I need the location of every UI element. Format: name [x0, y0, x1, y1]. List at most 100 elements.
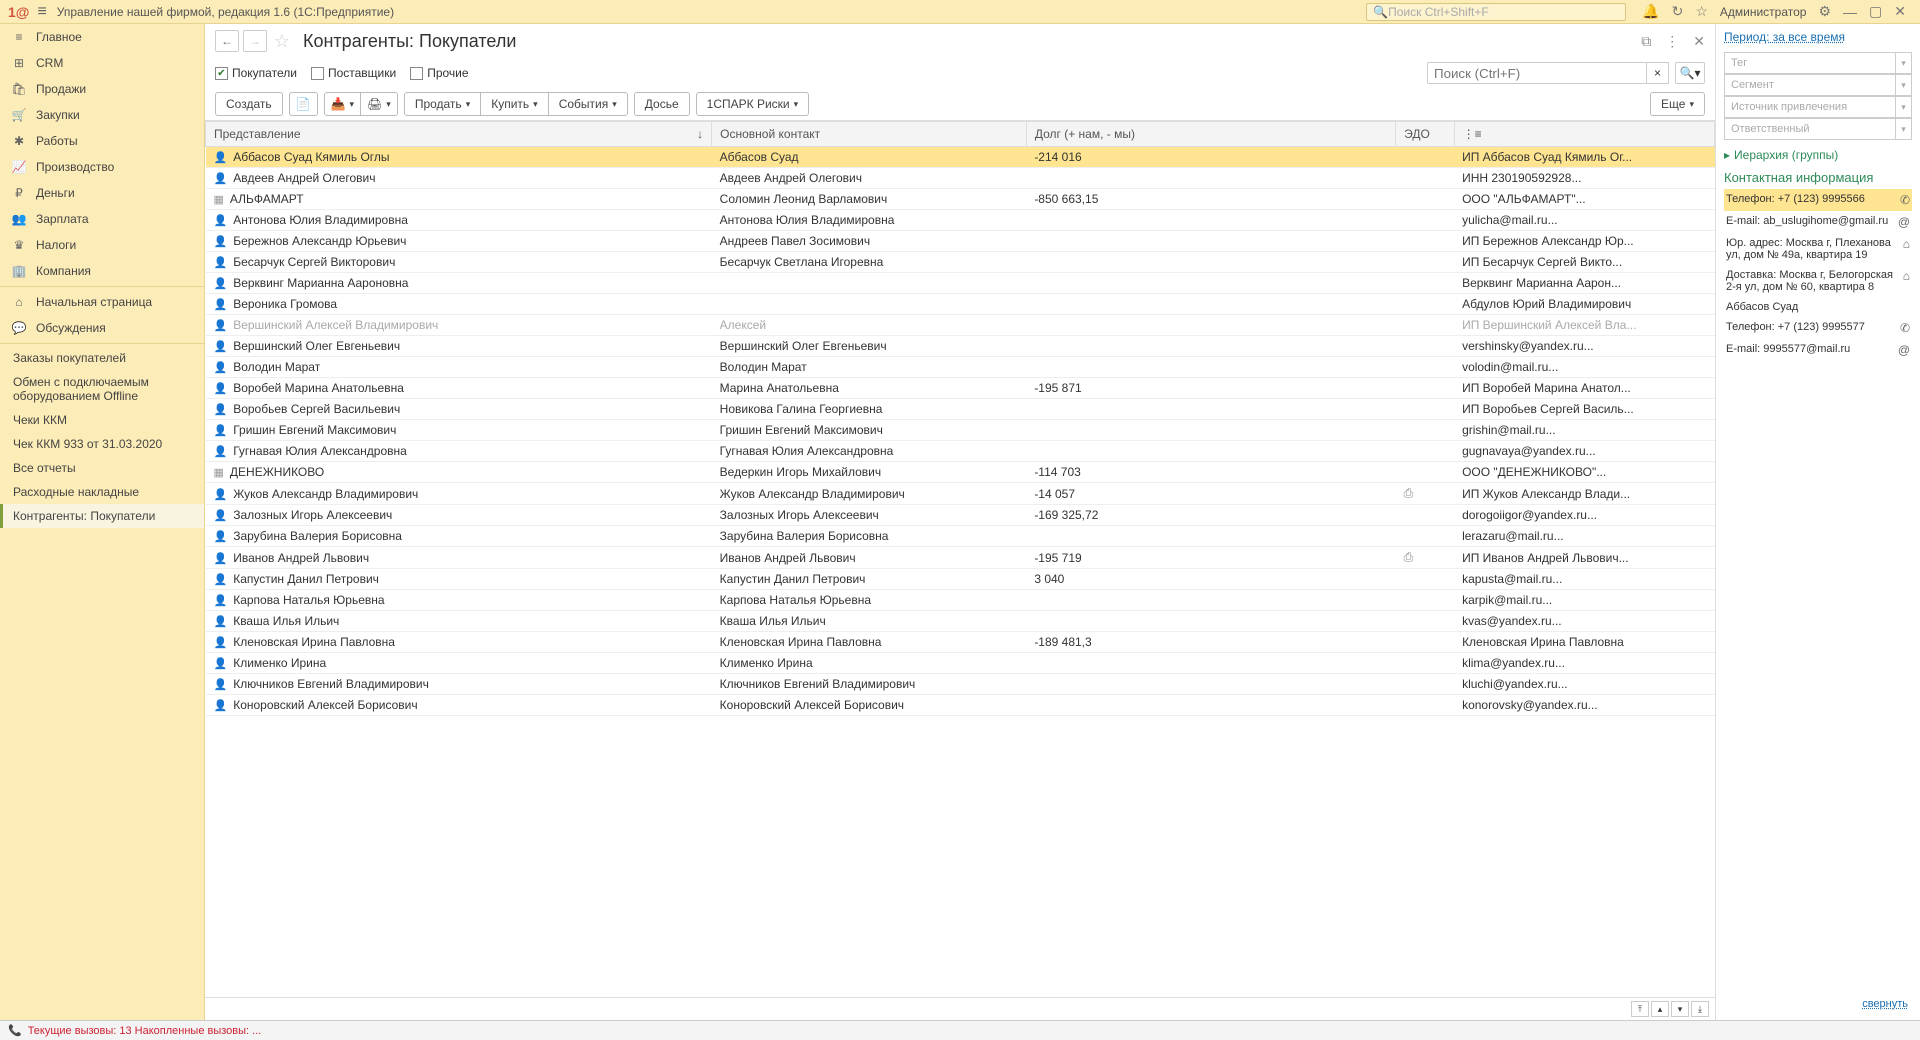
table-row[interactable]: ▦ДЕНЕЖНИКОВОВедеркин Игорь Михайлович-11…	[206, 462, 1715, 483]
nav-item[interactable]: 🛒Закупки	[0, 102, 204, 128]
table-row[interactable]: 👤Воробьев Сергей ВасильевичНовикова Гали…	[206, 399, 1715, 420]
search-clear-button[interactable]: ×	[1647, 62, 1669, 84]
spark-button[interactable]: 1СПАРК Риски▾	[696, 92, 810, 116]
contact-item[interactable]: Телефон: +7 (123) 9995566✆	[1724, 189, 1912, 211]
hierarchy-link[interactable]: ▸Иерархия (группы)	[1724, 148, 1912, 162]
settings-icon[interactable]: ⚙	[1818, 3, 1831, 20]
contact-item[interactable]: Телефон: +7 (123) 9995577✆	[1724, 317, 1912, 339]
contact-item[interactable]: E-mail: 9995577@mail.ru@	[1724, 339, 1912, 361]
table-row[interactable]: 👤Воробей Марина АнатольевнаМарина Анатол…	[206, 378, 1715, 399]
table-row[interactable]: 👤Ключников Евгений ВладимировичКлючников…	[206, 674, 1715, 695]
filter-select[interactable]: Тег▾	[1724, 52, 1912, 74]
list-search-input[interactable]	[1427, 62, 1647, 84]
favorite-button[interactable]: ☆	[271, 30, 293, 52]
detach-icon[interactable]: ⧉	[1641, 33, 1651, 50]
nav-item[interactable]: 📈Производство	[0, 154, 204, 180]
table-row[interactable]: 👤Вершинский Алексей ВладимировичАлексейИ…	[206, 315, 1715, 336]
table-row[interactable]: 👤Володин МаратВолодин Маратvolodin@mail.…	[206, 357, 1715, 378]
table-row[interactable]: 👤Вершинский Олег ЕвгеньевичВершинский Ол…	[206, 336, 1715, 357]
nav-item[interactable]: 🏢Компания	[0, 258, 204, 284]
buy-button[interactable]: Купить▾	[480, 92, 548, 116]
filter-others[interactable]: Прочие	[410, 66, 468, 80]
table-row[interactable]: 👤Карпова Наталья ЮрьевнаКарпова Наталья …	[206, 590, 1715, 611]
nav-item[interactable]: ✱Работы	[0, 128, 204, 154]
table-row[interactable]: 👤Аббасов Суад Кямиль ОглыАббасов Суад-21…	[206, 147, 1715, 168]
table-row[interactable]: 👤Гугнавая Юлия АлександровнаГугнавая Юли…	[206, 441, 1715, 462]
history-icon[interactable]: ↻	[1672, 3, 1684, 20]
table-row[interactable]: 👤Антонова Юлия ВладимировнаАнтонова Юлия…	[206, 210, 1715, 231]
filter-select[interactable]: Сегмент▾	[1724, 74, 1912, 96]
scroll-down-button[interactable]: ▾	[1671, 1001, 1689, 1017]
recent-item[interactable]: Расходные накладные	[0, 480, 204, 504]
recent-item[interactable]: Чек ККМ 933 от 31.03.2020	[0, 432, 204, 456]
star-icon[interactable]: ☆	[1695, 3, 1708, 20]
nav-item[interactable]: ≡Главное	[0, 24, 204, 50]
table-row[interactable]: 👤Клименко ИринаКлименко Иринаklima@yande…	[206, 653, 1715, 674]
table-row[interactable]: 👤Капустин Данил ПетровичКапустин Данил П…	[206, 569, 1715, 590]
table-row[interactable]: 👤Авдеев Андрей ОлеговичАвдеев Андрей Оле…	[206, 168, 1715, 189]
recent-item[interactable]: Заказы покупателей	[0, 346, 204, 370]
events-button[interactable]: События▾	[548, 92, 628, 116]
recent-item[interactable]: Обмен с подключаемым оборудованием Offli…	[0, 370, 204, 408]
contact-item[interactable]: Юр. адрес: Москва г, Плеханова ул, дом №…	[1724, 233, 1912, 265]
load-button[interactable]: 📥▾	[324, 92, 361, 116]
col-contact[interactable]: Основной контакт	[712, 122, 1027, 147]
table-row[interactable]: 👤Иванов Андрей ЛьвовичИванов Андрей Льво…	[206, 547, 1715, 569]
nav-item[interactable]: ₽Деньги	[0, 180, 204, 206]
nav-item[interactable]: ⌂Начальная страница	[0, 289, 204, 315]
table-row[interactable]: 👤Жуков Александр ВладимировичЖуков Алекс…	[206, 483, 1715, 505]
nav-item[interactable]: ⊞CRM	[0, 50, 204, 76]
close-icon[interactable]: ✕	[1894, 3, 1906, 20]
collapse-link[interactable]: свернуть	[1724, 994, 1912, 1014]
dossier-button[interactable]: Досье	[634, 92, 690, 116]
table-row[interactable]: 👤Верквинг Марианна АароновнаВерквинг Мар…	[206, 273, 1715, 294]
create-button[interactable]: Создать	[215, 92, 283, 116]
forward-button[interactable]: →	[243, 30, 267, 52]
contact-item[interactable]: Доставка: Москва г, Белогорская 2-я ул, …	[1724, 265, 1912, 297]
table-row[interactable]: 👤Бесарчук Сергей ВикторовичБесарчук Свет…	[206, 252, 1715, 273]
nav-item[interactable]: 🛍Продажи	[0, 76, 204, 102]
table-row[interactable]: ▦АЛЬФАМАРТСоломин Леонид Варламович-850 …	[206, 189, 1715, 210]
recent-item[interactable]: Чеки ККМ	[0, 408, 204, 432]
table-row[interactable]: 👤Гришин Евгений МаксимовичГришин Евгений…	[206, 420, 1715, 441]
filter-suppliers[interactable]: Поставщики	[311, 66, 396, 80]
table-row[interactable]: 👤Залозных Игорь АлексеевичЗалозных Игорь…	[206, 505, 1715, 526]
maximize-icon[interactable]: ▢	[1869, 3, 1882, 20]
col-edo[interactable]: ЭДО	[1396, 122, 1454, 147]
table-row[interactable]: 👤Коноровский Алексей БорисовичКоноровски…	[206, 695, 1715, 716]
minimize-icon[interactable]: —	[1843, 4, 1857, 20]
table-row[interactable]: 👤Бережнов Александр ЮрьевичАндреев Павел…	[206, 231, 1715, 252]
close-tab-icon[interactable]: ✕	[1693, 33, 1705, 50]
table-row[interactable]: 👤Зарубина Валерия БорисовнаЗарубина Вале…	[206, 526, 1715, 547]
nav-item[interactable]: 💬Обсуждения	[0, 315, 204, 341]
recent-item[interactable]: Контрагенты: Покупатели	[0, 504, 204, 528]
search-go-button[interactable]: 🔍▾	[1675, 62, 1705, 84]
contact-item[interactable]: E-mail: ab_uslugihome@gmail.ru@	[1724, 211, 1912, 233]
user-label[interactable]: Администратор	[1720, 5, 1807, 19]
global-search[interactable]: 🔍 Поиск Ctrl+Shift+F	[1366, 3, 1626, 21]
nav-item[interactable]: 👥Зарплата	[0, 206, 204, 232]
scroll-bottom-button[interactable]: ⤓	[1691, 1001, 1709, 1017]
filter-buyers[interactable]: ✔Покупатели	[215, 66, 297, 80]
contact-item[interactable]: Аббасов Суад	[1724, 297, 1912, 317]
print-button[interactable]: 🖨▾	[360, 92, 398, 116]
scroll-up-button[interactable]: ▴	[1651, 1001, 1669, 1017]
table-row[interactable]: 👤Вероника ГромоваАбдулов Юрий Владимиров…	[206, 294, 1715, 315]
scroll-top-button[interactable]: ⤒	[1631, 1001, 1649, 1017]
copy-button[interactable]: 📄	[289, 92, 318, 116]
col-debt[interactable]: Долг (+ нам, - мы)	[1026, 122, 1395, 147]
main-menu-icon[interactable]: ≡	[37, 3, 46, 21]
table-row[interactable]: 👤Кваша Илья ИльичКваша Илья Ильичkvas@ya…	[206, 611, 1715, 632]
table-wrap[interactable]: Представление ↓ Основной контакт Долг (+…	[205, 120, 1715, 997]
filter-select[interactable]: Ответственный▾	[1724, 118, 1912, 140]
recent-item[interactable]: Все отчеты	[0, 456, 204, 480]
back-button[interactable]: ←	[215, 30, 239, 52]
nav-item[interactable]: ♛Налоги	[0, 232, 204, 258]
more-icon[interactable]: ⋮	[1665, 33, 1679, 50]
filter-select[interactable]: Источник привлечения▾	[1724, 96, 1912, 118]
period-link[interactable]: Период: за все время	[1724, 30, 1912, 44]
sell-button[interactable]: Продать▾	[404, 92, 481, 116]
col-info[interactable]: ⋮≡	[1454, 122, 1714, 147]
col-representation[interactable]: Представление ↓	[206, 122, 712, 147]
bell-icon[interactable]: 🔔	[1642, 3, 1659, 20]
